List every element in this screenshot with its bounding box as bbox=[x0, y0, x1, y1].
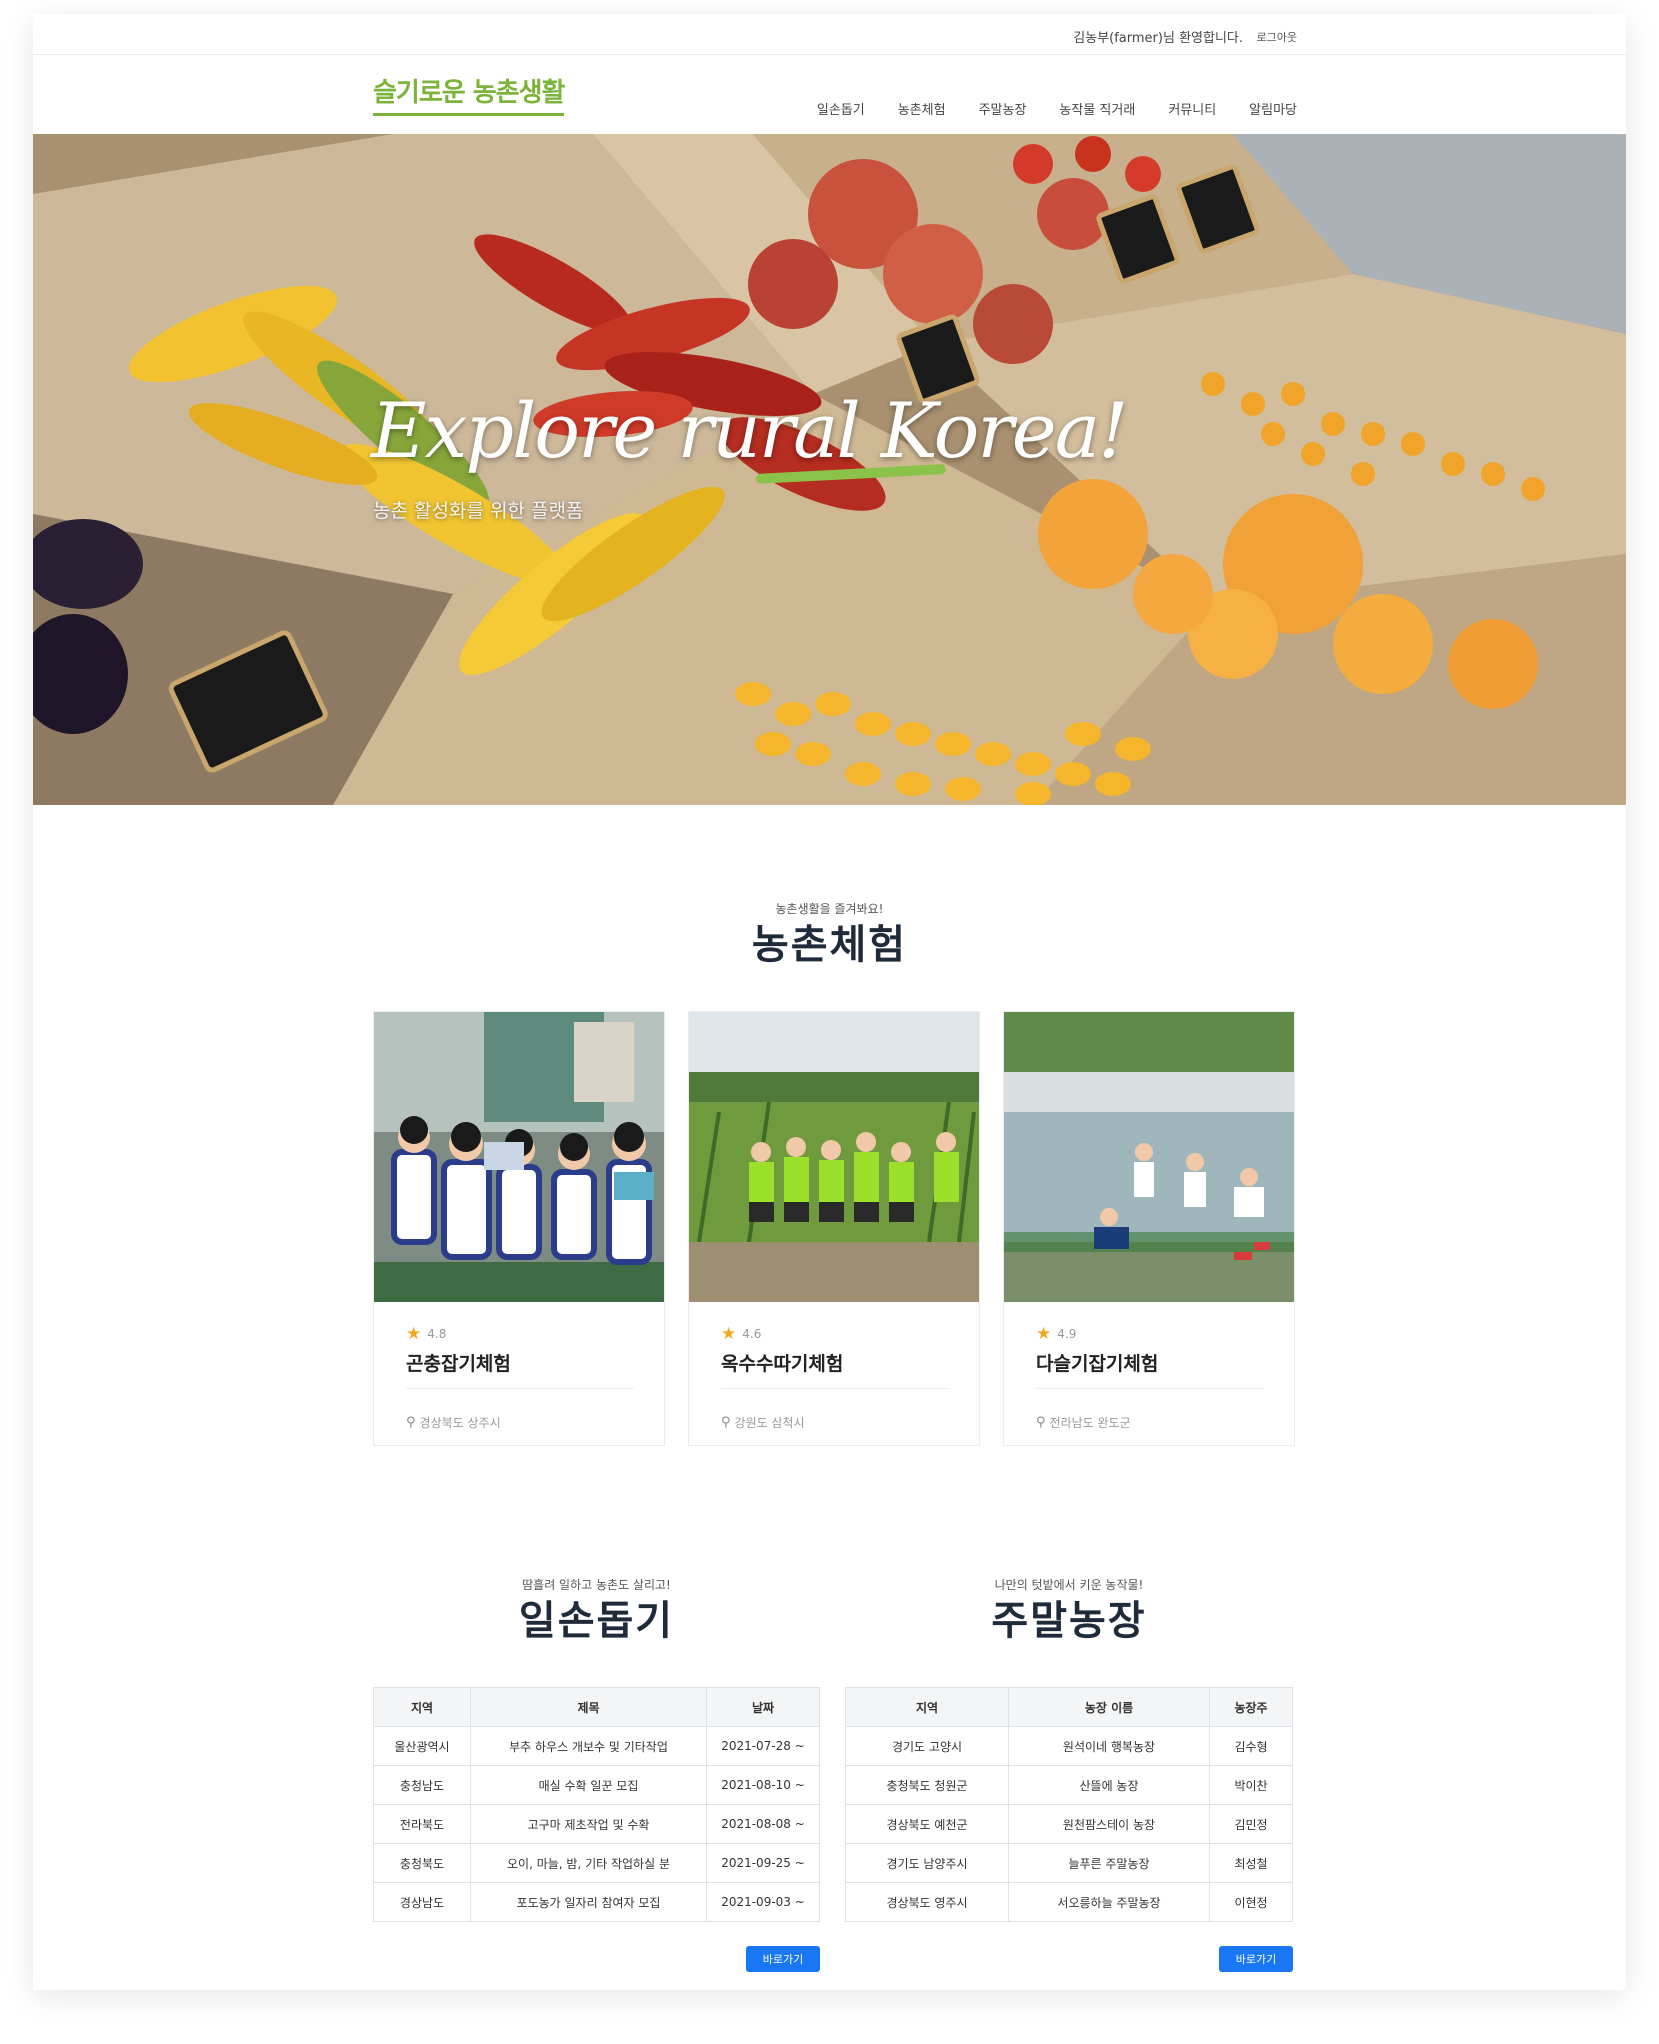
region-cell: 울산광역시 bbox=[373, 1726, 471, 1766]
date-cell: 2021-07-28 ~ bbox=[706, 1726, 820, 1766]
region-cell: 전라북도 bbox=[373, 1804, 471, 1844]
card-location: ⚲ 강원도 삼척시 bbox=[721, 1414, 805, 1431]
rating-value: 4.6 bbox=[742, 1327, 762, 1341]
site-logo[interactable]: 슬기로운 농촌생활 bbox=[373, 72, 565, 116]
table-row[interactable]: 경상북도 예천군 원천팜스테이 농장 김민정 bbox=[845, 1804, 1293, 1844]
region-cell: 경상북도 예천군 bbox=[845, 1804, 1009, 1844]
table-header-row: 지역 제목 날짜 bbox=[373, 1687, 820, 1727]
table-row[interactable]: 충청남도 매실 수확 일꾼 모집 2021-08-10 ~ bbox=[373, 1765, 820, 1805]
region-cell: 충청북도 bbox=[373, 1843, 471, 1883]
nav-item-weekend-farm[interactable]: 주말농장 bbox=[979, 99, 1027, 118]
farm-name-cell[interactable]: 원석이네 행복농장 bbox=[1008, 1726, 1210, 1766]
weekend-go-button[interactable]: 바로가기 bbox=[1219, 1946, 1293, 1972]
experience-heading: 농촌체험 bbox=[751, 922, 908, 968]
hero-banner: Explore rural Korea! 농촌 활성화를 위한 플랫폼 bbox=[33, 134, 1626, 805]
hero-subtitle: 농촌 활성화를 위한 플랫폼 bbox=[373, 500, 584, 522]
star-icon: ★ bbox=[1036, 1324, 1052, 1344]
hero-title: Explore rural Korea! bbox=[371, 386, 1129, 475]
region-cell: 경기도 남양주시 bbox=[845, 1843, 1009, 1883]
map-pin-icon: ⚲ bbox=[406, 1415, 416, 1430]
column-header: 농장 이름 bbox=[1008, 1687, 1210, 1727]
date-cell: 2021-08-10 ~ bbox=[706, 1765, 820, 1805]
card-rating: ★ 4.9 bbox=[1036, 1324, 1076, 1344]
owner-cell: 박이찬 bbox=[1209, 1765, 1293, 1805]
owner-cell: 이현정 bbox=[1209, 1882, 1293, 1922]
map-pin-icon: ⚲ bbox=[1036, 1415, 1046, 1430]
table-row[interactable]: 경기도 고양시 원석이네 행복농장 김수형 bbox=[845, 1726, 1293, 1766]
region-cell: 경상북도 영주시 bbox=[845, 1882, 1009, 1922]
main-nav: 일손돕기 농촌체험 주말농장 농작물 직거래 커뮤니티 알림마당 bbox=[817, 99, 1297, 118]
farm-name-cell[interactable]: 원천팜스테이 농장 bbox=[1008, 1804, 1210, 1844]
farm-name-cell[interactable]: 늘푸른 주말농장 bbox=[1008, 1843, 1210, 1883]
date-cell: 2021-08-08 ~ bbox=[706, 1804, 820, 1844]
weekend-heading: 주말농장 bbox=[991, 1598, 1147, 1644]
star-icon: ★ bbox=[406, 1324, 422, 1344]
title-cell[interactable]: 고구마 제초작업 및 수확 bbox=[470, 1804, 707, 1844]
owner-cell: 김수형 bbox=[1209, 1726, 1293, 1766]
help-table: 지역 제목 날짜 울산광역시 부추 하우스 개보수 및 기타작업 2021-07-2… bbox=[373, 1687, 820, 1922]
card-title[interactable]: 다슬기잡기체험 bbox=[1036, 1349, 1264, 1389]
farm-name-cell[interactable]: 산뜰에 농장 bbox=[1008, 1765, 1210, 1805]
location-text: 전라남도 완도군 bbox=[1049, 1416, 1131, 1430]
logout-link[interactable]: 로그아웃 bbox=[1257, 29, 1297, 45]
page-frame: 김농부(farmer)님 환영합니다. 로그아웃 슬기로운 농촌생활 일손돕기 … bbox=[33, 14, 1626, 1990]
title-cell[interactable]: 매실 수확 일꾼 모집 bbox=[470, 1765, 707, 1805]
owner-cell: 김민정 bbox=[1209, 1804, 1293, 1844]
rating-value: 4.8 bbox=[427, 1327, 447, 1341]
card-location: ⚲ 경상북도 상주시 bbox=[406, 1414, 501, 1431]
nav-item-experience[interactable]: 농촌체험 bbox=[898, 99, 946, 118]
help-heading: 일손돕기 bbox=[518, 1598, 675, 1644]
card-rating: ★ 4.8 bbox=[406, 1324, 446, 1344]
column-header: 지역 bbox=[845, 1687, 1009, 1727]
region-cell: 경기도 고양시 bbox=[845, 1726, 1009, 1766]
map-pin-icon: ⚲ bbox=[721, 1415, 731, 1430]
experience-card[interactable]: ★ 4.9 다슬기잡기체험 ⚲ 전라남도 완도군 bbox=[1003, 1011, 1295, 1446]
date-cell: 2021-09-25 ~ bbox=[706, 1843, 820, 1883]
table-row[interactable]: 충청북도 청원군 산뜰에 농장 박이찬 bbox=[845, 1765, 1293, 1805]
card-image bbox=[689, 1012, 979, 1302]
location-text: 강원도 삼척시 bbox=[734, 1416, 805, 1430]
region-cell: 경상남도 bbox=[373, 1882, 471, 1922]
table-row[interactable]: 전라북도 고구마 제초작업 및 수확 2021-08-08 ~ bbox=[373, 1804, 820, 1844]
card-image bbox=[374, 1012, 664, 1302]
help-go-button[interactable]: 바로가기 bbox=[746, 1946, 820, 1972]
table-row[interactable]: 울산광역시 부추 하우스 개보수 및 기타작업 2021-07-28 ~ bbox=[373, 1726, 820, 1766]
table-row[interactable]: 경상남도 포도농가 일자리 참여자 모집 2021-09-03 ~ bbox=[373, 1882, 820, 1922]
nav-item-community[interactable]: 커뮤니티 bbox=[1168, 99, 1216, 118]
rating-value: 4.9 bbox=[1057, 1327, 1077, 1341]
nav-item-direct-trade[interactable]: 농작물 직거래 bbox=[1059, 99, 1135, 118]
table-header-row: 지역 농장 이름 농장주 bbox=[845, 1687, 1293, 1727]
column-header: 날짜 bbox=[706, 1687, 820, 1727]
welcome-text: 김농부(farmer)님 환영합니다. bbox=[1073, 31, 1243, 46]
table-row[interactable]: 경상북도 영주시 서오릉하늘 주말농장 이현정 bbox=[845, 1882, 1293, 1922]
card-image bbox=[1004, 1012, 1294, 1302]
experience-card[interactable]: ★ 4.6 옥수수따기체험 ⚲ 강원도 삼척시 bbox=[688, 1011, 980, 1446]
table-row[interactable]: 경기도 남양주시 늘푸른 주말농장 최성철 bbox=[845, 1843, 1293, 1883]
column-header: 지역 bbox=[373, 1687, 471, 1727]
location-text: 경상북도 상주시 bbox=[419, 1416, 501, 1430]
nav-item-help[interactable]: 일손돕기 bbox=[817, 99, 865, 118]
table-row[interactable]: 충청북도 오이, 마늘, 밤, 기타 작업하실 분 2021-09-25 ~ bbox=[373, 1843, 820, 1883]
card-title[interactable]: 옥수수따기체험 bbox=[721, 1349, 949, 1389]
card-location: ⚲ 전라남도 완도군 bbox=[1036, 1414, 1131, 1431]
top-bar: 김농부(farmer)님 환영합니다. 로그아웃 bbox=[33, 14, 1626, 55]
nav-item-notice[interactable]: 알림마당 bbox=[1249, 99, 1297, 118]
farm-name-cell[interactable]: 서오릉하늘 주말농장 bbox=[1008, 1882, 1210, 1922]
star-icon: ★ bbox=[721, 1324, 737, 1344]
title-cell[interactable]: 부추 하우스 개보수 및 기타작업 bbox=[470, 1726, 707, 1766]
column-header: 제목 bbox=[470, 1687, 707, 1727]
title-cell[interactable]: 오이, 마늘, 밤, 기타 작업하실 분 bbox=[470, 1843, 707, 1883]
owner-cell: 최성철 bbox=[1209, 1843, 1293, 1883]
date-cell: 2021-09-03 ~ bbox=[706, 1882, 820, 1922]
title-cell[interactable]: 포도농가 일자리 참여자 모집 bbox=[470, 1882, 707, 1922]
region-cell: 충청북도 청원군 bbox=[845, 1765, 1009, 1805]
column-header: 농장주 bbox=[1209, 1687, 1293, 1727]
experience-card[interactable]: ★ 4.8 곤충잡기체험 ⚲ 경상북도 상주시 bbox=[373, 1011, 665, 1446]
card-rating: ★ 4.6 bbox=[721, 1324, 761, 1344]
weekend-farm-table: 지역 농장 이름 농장주 경기도 고양시 원석이네 행복농장 김수형 충청북도 청원… bbox=[845, 1687, 1293, 1922]
card-title[interactable]: 곤충잡기체험 bbox=[406, 1349, 634, 1389]
region-cell: 충청남도 bbox=[373, 1765, 471, 1805]
